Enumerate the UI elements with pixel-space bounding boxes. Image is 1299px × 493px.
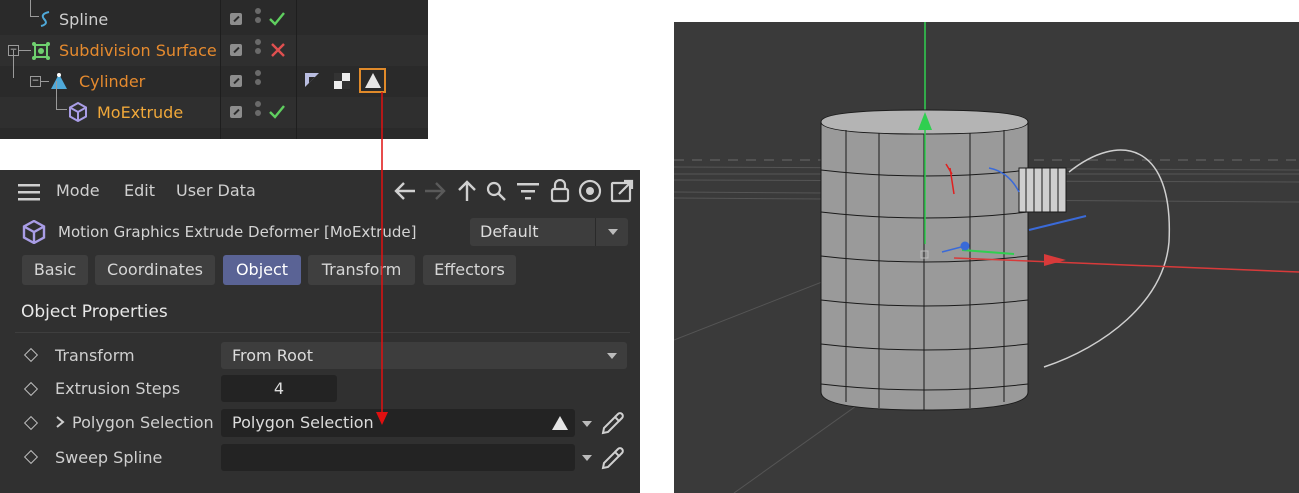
phong-tag-icon[interactable]	[304, 72, 320, 88]
menu-edit[interactable]: Edit	[124, 181, 155, 200]
up-arrow-icon[interactable]	[456, 179, 478, 203]
material-tag-icon[interactable]	[333, 72, 351, 90]
edit-toggle-icon[interactable]	[230, 75, 242, 87]
sweep-spline-link-field[interactable]	[221, 444, 575, 471]
new-window-icon[interactable]	[610, 179, 634, 203]
chevron-down-icon	[608, 229, 618, 235]
moextrude-icon	[69, 102, 87, 122]
polygon-selection-icon	[552, 416, 568, 430]
transform-label: Transform	[55, 346, 135, 365]
menu-user-data[interactable]: User Data	[176, 181, 256, 200]
column-divider	[296, 0, 297, 139]
tree-line	[19, 50, 31, 51]
visibility-dots-icon[interactable]	[255, 70, 261, 88]
tree-line	[56, 81, 67, 110]
tree-line	[13, 50, 14, 78]
visibility-dots-icon[interactable]	[255, 39, 261, 57]
polygon-selection-link-field[interactable]: Polygon Selection	[221, 409, 575, 437]
preset-dropdown[interactable]: Default	[470, 218, 628, 246]
filter-icon[interactable]	[517, 182, 539, 200]
tab-basic[interactable]: Basic	[22, 255, 88, 285]
chevron-down-icon[interactable]	[582, 421, 592, 427]
collapse-toggle-icon[interactable]: −	[30, 76, 41, 87]
object-row-moextrude[interactable]: MoExtrude	[0, 81, 428, 128]
extrusion-steps-input[interactable]: 4	[221, 375, 337, 402]
cross-icon[interactable]	[270, 42, 286, 58]
viewport-scene	[674, 22, 1299, 493]
object-row-spline[interactable]: Spline	[0, 0, 428, 35]
annotation-arrow	[376, 92, 388, 425]
keyframe-diamond-icon[interactable]	[23, 347, 39, 363]
object-row-subdivision-surface[interactable]: − Subdivision Surface	[0, 35, 428, 66]
section-divider	[15, 332, 630, 333]
menu-mode[interactable]: Mode	[56, 181, 100, 200]
eyedropper-icon[interactable]	[600, 410, 626, 436]
sweep-spline-label: Sweep Spline	[55, 448, 163, 467]
tab-effectors[interactable]: Effectors	[423, 255, 516, 285]
extrusion-steps-label: Extrusion Steps	[55, 379, 181, 398]
expand-arrow-icon[interactable]	[55, 415, 65, 429]
edit-toggle-icon[interactable]	[230, 44, 242, 56]
preset-value: Default	[480, 222, 539, 241]
object-name: Spline	[59, 10, 109, 29]
transform-value: From Root	[232, 346, 313, 365]
forward-arrow-icon[interactable]	[423, 180, 447, 202]
spline-icon	[40, 11, 50, 27]
object-name: Subdivision Surface	[59, 41, 217, 60]
column-divider	[220, 0, 221, 139]
chevron-down-icon	[607, 353, 617, 359]
polygon-selection-label: Polygon Selection	[72, 413, 214, 432]
check-icon[interactable]	[268, 104, 286, 120]
dropdown-divider	[595, 218, 596, 246]
tab-transform[interactable]: Transform	[308, 255, 415, 285]
lock-icon[interactable]	[550, 179, 570, 203]
tree-line	[41, 81, 49, 82]
subdivision-surface-icon	[32, 42, 50, 60]
polygon-selection-icon	[365, 73, 381, 88]
keyframe-diamond-icon[interactable]	[23, 381, 39, 397]
back-arrow-icon[interactable]	[393, 180, 417, 202]
extrusion-steps-value: 4	[273, 379, 285, 398]
polygon-selection-value: Polygon Selection	[232, 413, 374, 432]
tab-coordinates[interactable]: Coordinates	[95, 255, 215, 285]
attribute-manager: Mode Edit User Data Motion Graphics Extr…	[0, 170, 640, 493]
eyedropper-icon[interactable]	[600, 445, 626, 471]
object-name: Cylinder	[79, 72, 146, 91]
visibility-dots-icon[interactable]	[255, 101, 261, 119]
3d-viewport[interactable]	[674, 22, 1299, 493]
object-name: MoExtrude	[97, 103, 184, 122]
moextrude-icon	[22, 220, 46, 244]
tab-object[interactable]: Object	[223, 255, 301, 285]
check-icon[interactable]	[268, 11, 286, 27]
keyframe-diamond-icon[interactable]	[23, 415, 39, 431]
chevron-down-icon[interactable]	[582, 455, 592, 461]
target-icon[interactable]	[578, 179, 602, 203]
edit-toggle-icon[interactable]	[230, 13, 242, 25]
search-icon[interactable]	[485, 180, 507, 202]
hamburger-menu-icon[interactable]	[18, 183, 40, 201]
object-manager: Spline − Subdivision Surface − Cylinder	[0, 0, 428, 139]
keyframe-diamond-icon[interactable]	[23, 449, 39, 465]
visibility-dots-icon[interactable]	[255, 8, 261, 26]
object-title: Motion Graphics Extrude Deformer [MoExtr…	[58, 223, 417, 241]
section-title: Object Properties	[21, 302, 168, 322]
transform-dropdown[interactable]: From Root	[221, 342, 627, 369]
edit-toggle-icon[interactable]	[230, 106, 242, 118]
